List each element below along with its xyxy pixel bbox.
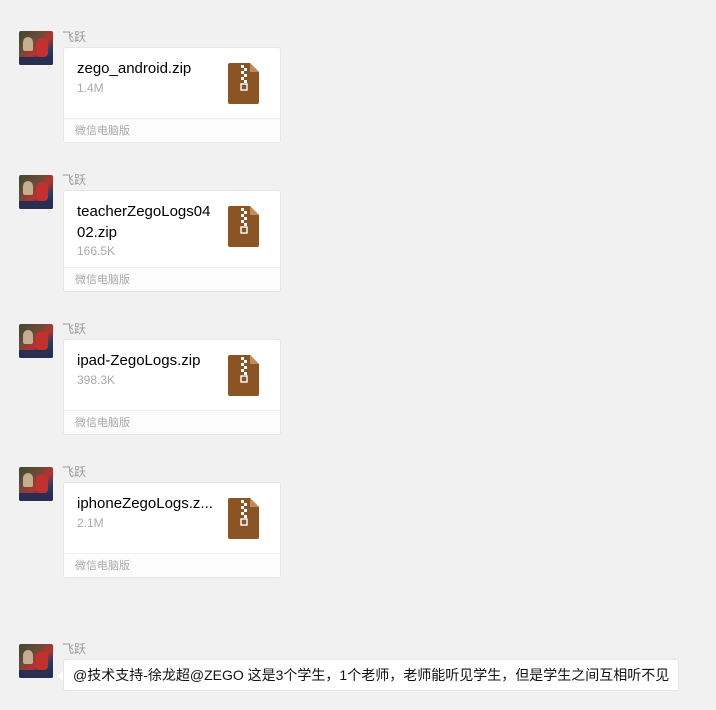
zip-file-icon bbox=[228, 498, 259, 539]
sender-name: 飞跃 bbox=[62, 30, 87, 44]
file-size: 2.1M bbox=[77, 516, 104, 530]
sender-name: 飞跃 bbox=[62, 173, 87, 187]
file-card[interactable]: ipad-ZegoLogs.zip 398.3K 微信电脑版 bbox=[63, 339, 281, 435]
zip-file-icon bbox=[228, 355, 259, 396]
file-card[interactable]: zego_android.zip 1.4M 微信电脑版 bbox=[63, 47, 281, 143]
file-card[interactable]: teacherZegoLogs0402.zip 166.5K 微信电脑版 bbox=[63, 190, 281, 292]
source-label: 微信电脑版 bbox=[64, 553, 280, 577]
file-name: ipad-ZegoLogs.zip bbox=[77, 352, 201, 369]
sender-name: 飞跃 bbox=[62, 465, 87, 479]
source-label: 微信电脑版 bbox=[64, 410, 280, 434]
source-label: 微信电脑版 bbox=[64, 267, 280, 291]
sender-name: 飞跃 bbox=[62, 642, 87, 656]
avatar[interactable] bbox=[19, 644, 53, 678]
sender-name: 飞跃 bbox=[62, 322, 87, 336]
text-message-bubble[interactable]: @技术支持-徐龙超@ZEGO 这是3个学生，1个老师，老师能听见学生，但是学生之… bbox=[63, 659, 680, 691]
file-name: iphoneZegoLogs.z... bbox=[77, 495, 213, 512]
zip-file-icon bbox=[228, 206, 259, 247]
avatar[interactable] bbox=[19, 467, 53, 501]
file-size: 398.3K bbox=[77, 373, 116, 387]
file-size: 166.5K bbox=[77, 244, 116, 258]
file-name: teacherZegoLogs0402.zip bbox=[77, 203, 211, 241]
file-name: zego_android.zip bbox=[77, 60, 192, 77]
avatar[interactable] bbox=[19, 324, 53, 358]
zip-file-icon bbox=[228, 63, 259, 104]
avatar[interactable] bbox=[19, 31, 53, 65]
source-label: 微信电脑版 bbox=[64, 118, 280, 142]
file-size: 1.4M bbox=[77, 81, 104, 95]
file-card[interactable]: iphoneZegoLogs.z... 2.1M 微信电脑版 bbox=[63, 482, 281, 578]
avatar[interactable] bbox=[19, 175, 53, 209]
